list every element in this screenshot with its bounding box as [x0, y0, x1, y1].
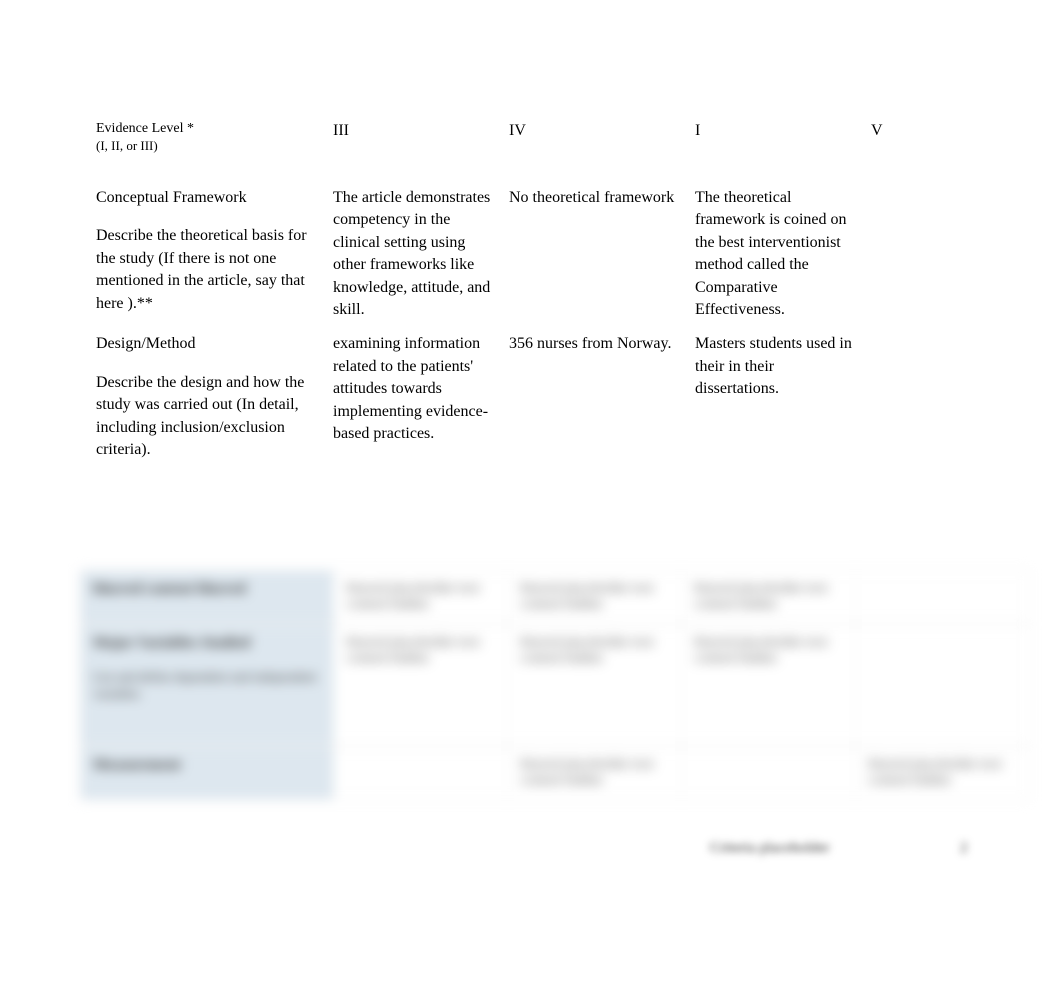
- design-method-col-a: examining information related to the pat…: [333, 333, 509, 445]
- blurred-cell: [333, 747, 507, 799]
- blurred-row-3: Measurement blurred placeholder text con…: [80, 746, 1030, 800]
- blurred-cell: blurred placeholder text content hidden: [681, 625, 855, 745]
- blurred-cell: blurred placeholder text content hidden: [507, 747, 681, 799]
- design-method-label: Design/Method Describe the design and ho…: [96, 333, 333, 461]
- footer-page-number: 2: [960, 840, 968, 857]
- blurred-row-2: Major Variables Studied List and define …: [80, 624, 1030, 746]
- conceptual-framework-label: Conceptual Framework Describe the theore…: [96, 187, 333, 315]
- blurred-preview: blurred content blurred blurred placehol…: [80, 570, 1030, 800]
- evidence-level-label: Evidence Level * (I, II, or III): [96, 120, 333, 155]
- design-method-col-c: Masters students used in their in their …: [695, 333, 871, 400]
- blurred-row-1: blurred content blurred blurred placehol…: [80, 570, 1030, 624]
- evidence-level-col-c: I: [695, 120, 871, 142]
- blurred-cell: blurred placeholder text content hidden: [333, 571, 507, 623]
- blurred-row-1-label: blurred content blurred: [81, 571, 333, 623]
- conceptual-framework-col-c: The theoretical framework is coined on t…: [695, 187, 871, 321]
- evidence-table: Evidence Level * (I, II, or III) III IV …: [96, 120, 996, 491]
- design-method-desc: Describe the design and how the study wa…: [96, 372, 323, 462]
- conceptual-framework-title: Conceptual Framework: [96, 187, 323, 209]
- row-design-method: Design/Method Describe the design and ho…: [96, 333, 996, 461]
- conceptual-framework-col-b: No theoretical framework: [509, 187, 695, 209]
- footer-text: Criteria placeholder: [710, 840, 830, 857]
- evidence-level-col-a: III: [333, 120, 509, 142]
- evidence-level-subtitle: (I, II, or III): [96, 138, 323, 155]
- blurred-cell: blurred placeholder text content hidden: [507, 571, 681, 623]
- blurred-row-3-label: Measurement: [81, 747, 333, 799]
- blurred-cell: blurred placeholder text content hidden: [333, 625, 507, 745]
- evidence-level-col-b: IV: [509, 120, 695, 142]
- blurred-cell: blurred placeholder text content hidden: [855, 747, 1029, 799]
- blurred-cell: [855, 571, 1029, 623]
- conceptual-framework-col-a: The article demonstrates competency in t…: [333, 187, 509, 321]
- evidence-level-title: Evidence Level *: [96, 120, 323, 138]
- row-conceptual-framework: Conceptual Framework Describe the theore…: [96, 187, 996, 321]
- design-method-title: Design/Method: [96, 333, 323, 355]
- conceptual-framework-desc: Describe the theoretical basis for the s…: [96, 225, 323, 315]
- design-method-col-b: 356 nurses from Norway.: [509, 333, 695, 355]
- row-evidence-level: Evidence Level * (I, II, or III) III IV …: [96, 120, 996, 155]
- blurred-cell: blurred placeholder text content hidden: [681, 571, 855, 623]
- blurred-cell: blurred placeholder text content hidden: [507, 625, 681, 745]
- blurred-cell: [681, 747, 855, 799]
- blurred-cell: [855, 625, 1029, 745]
- blurred-row-2-label: Major Variables Studied List and define …: [81, 625, 333, 745]
- evidence-level-col-d: V: [871, 120, 971, 142]
